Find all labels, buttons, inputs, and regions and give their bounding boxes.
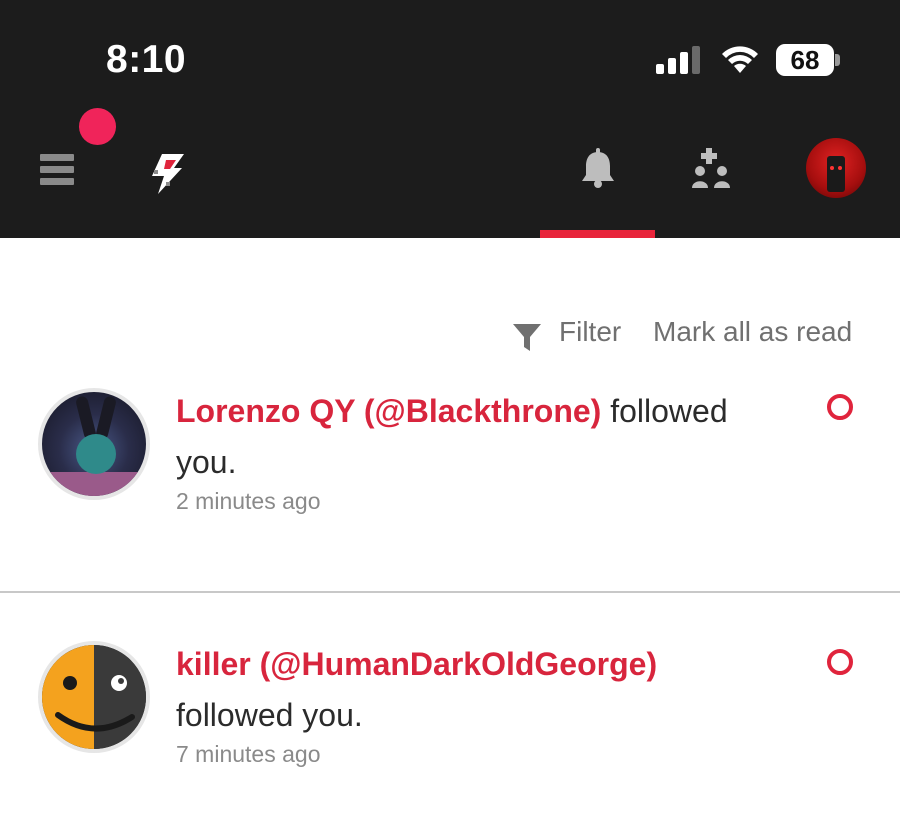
notification-time: 7 minutes ago (176, 741, 321, 767)
follow-requests-icon[interactable] (690, 148, 734, 190)
user-avatar[interactable] (38, 641, 150, 753)
mark-all-read-button[interactable]: Mark all as read (653, 316, 852, 348)
notification-time: 2 minutes ago (176, 488, 321, 514)
notification-user-link[interactable]: killer (@HumanDarkOldGeorge) (176, 646, 657, 682)
battery-icon: 68 (776, 44, 840, 76)
notification-action: followed you. (176, 697, 363, 733)
unread-indicator[interactable] (827, 649, 853, 675)
status-bar: 8:10 68 (0, 0, 900, 108)
profile-avatar[interactable] (806, 138, 866, 198)
active-tab-indicator (540, 230, 655, 238)
bell-icon[interactable] (580, 148, 616, 188)
unread-indicator[interactable] (827, 394, 853, 420)
wifi-icon (722, 46, 758, 73)
signal-icon (656, 46, 700, 74)
user-avatar[interactable] (38, 388, 150, 500)
divider (0, 591, 900, 593)
status-time: 8:10 (106, 38, 187, 81)
notification-message: killer (@HumanDarkOldGeorge) followed you… (176, 639, 786, 741)
logo-icon[interactable] (148, 152, 188, 196)
battery-level: 68 (790, 45, 820, 75)
notification-user-link[interactable]: Lorenzo QY (@Blackthrone) (176, 393, 601, 429)
notification-dot (79, 108, 116, 145)
notification-message: Lorenzo QY (@Blackthrone) followed you. (176, 386, 786, 488)
filter-button[interactable]: Filter (559, 316, 621, 348)
notification-toolbar: Filter Mark all as read (0, 314, 900, 354)
app-header (0, 108, 900, 238)
menu-icon[interactable] (40, 154, 74, 188)
filter-icon[interactable] (512, 322, 542, 352)
